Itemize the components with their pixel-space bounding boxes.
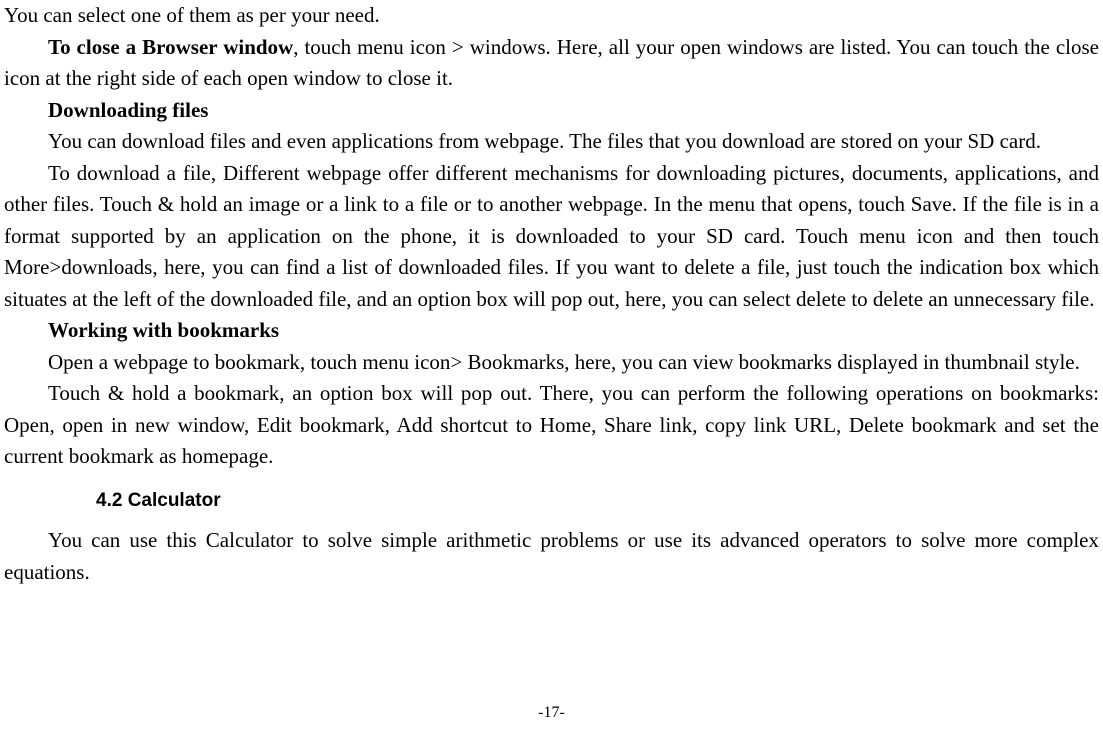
paragraph-download-intro: You can download files and even applicat… (4, 126, 1099, 158)
page-number: -17- (0, 701, 1103, 725)
document-content: You can select one of them as per your n… (4, 0, 1099, 588)
section-heading-calculator: 4.2 Calculator (4, 487, 1099, 516)
paragraph-close-window: To close a Browser window, touch menu ic… (4, 32, 1099, 95)
heading-downloading-files: Downloading files (4, 95, 1099, 127)
paragraph-download-details: To download a file, Different webpage of… (4, 158, 1099, 316)
heading-bookmarks: Working with bookmarks (4, 315, 1099, 347)
paragraph-bookmarks-ops: Touch & hold a bookmark, an option box w… (4, 378, 1099, 473)
paragraph-bookmarks-open: Open a webpage to bookmark, touch menu i… (4, 347, 1099, 379)
bold-close-browser: To close a Browser window (48, 35, 293, 59)
paragraph-select: You can select one of them as per your n… (4, 0, 1099, 32)
paragraph-calculator: You can use this Calculator to solve sim… (4, 525, 1099, 588)
